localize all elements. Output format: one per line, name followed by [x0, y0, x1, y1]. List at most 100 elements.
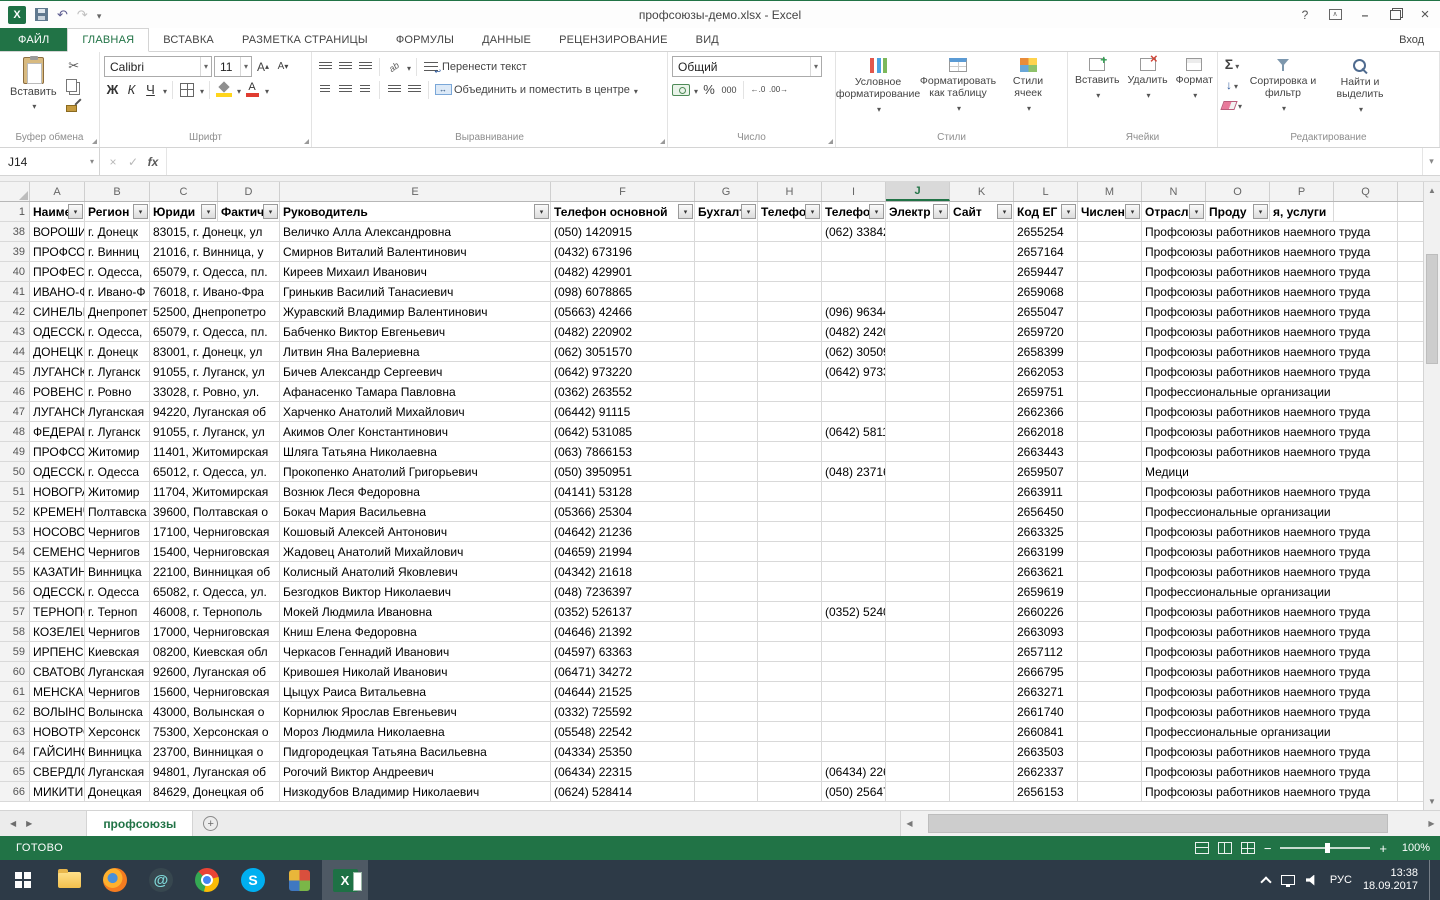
tray-expand-icon[interactable]: [1260, 875, 1272, 888]
orientation-dropdown-icon[interactable]: [405, 58, 411, 76]
cell-I43[interactable]: (0482) 242098: [822, 322, 886, 341]
fill-color-dropdown-icon[interactable]: [235, 81, 241, 99]
cell-J51[interactable]: [886, 482, 950, 501]
zoom-level[interactable]: 100%: [1396, 842, 1430, 854]
column-header-G[interactable]: G: [695, 182, 758, 201]
cell-N48[interactable]: Профсоюзы работников наемного труда: [1142, 422, 1398, 441]
borders-dropdown-icon[interactable]: [198, 81, 204, 99]
filter-button-D[interactable]: [263, 204, 278, 219]
cell-L61[interactable]: 2663271: [1014, 682, 1078, 701]
cell-A57[interactable]: ТЕРНОПО: [30, 602, 85, 621]
cell-I41[interactable]: [822, 282, 886, 301]
cell-A53[interactable]: НОСОВСК: [30, 522, 85, 541]
cell-H59[interactable]: [758, 642, 822, 661]
cell-M48[interactable]: [1078, 422, 1142, 441]
cell-M56[interactable]: [1078, 582, 1142, 601]
cell-F52[interactable]: (05366) 25304: [551, 502, 695, 521]
column-header-M[interactable]: M: [1078, 182, 1142, 201]
cell-C46[interactable]: 33028, г. Ровно, ул.: [150, 382, 280, 401]
cell-M52[interactable]: [1078, 502, 1142, 521]
row-header-39[interactable]: 39: [0, 242, 30, 261]
cell-C45[interactable]: 91055, г. Луганск, ул: [150, 362, 280, 381]
font-name-select[interactable]: Calibri ▾: [104, 56, 212, 77]
cell-E47[interactable]: Харченко Анатолий Михайлович: [280, 402, 551, 421]
cell-J38[interactable]: [886, 222, 950, 241]
cell-F39[interactable]: (0432) 673196: [551, 242, 695, 261]
cell-M39[interactable]: [1078, 242, 1142, 261]
cell-A38[interactable]: ВОРОШИ: [30, 222, 85, 241]
column-header-P[interactable]: P: [1270, 182, 1334, 201]
vertical-scroll-thumb[interactable]: [1426, 254, 1438, 364]
clipboard-dialog-launcher[interactable]: [92, 139, 97, 144]
wrap-text-button[interactable]: Перенести текст: [442, 61, 527, 73]
cell-A43[interactable]: ОДЕССКА: [30, 322, 85, 341]
cell-F63[interactable]: (05548) 22542: [551, 722, 695, 741]
row-header-41[interactable]: 41: [0, 282, 30, 301]
cell-C60[interactable]: 92600, Луганская об: [150, 662, 280, 681]
cell-B51[interactable]: Житомир: [85, 482, 150, 501]
header-cell-L[interactable]: Код ЕГ: [1014, 202, 1078, 221]
cell-I64[interactable]: [822, 742, 886, 761]
cell-H43[interactable]: [758, 322, 822, 341]
row-header-47[interactable]: 47: [0, 402, 30, 421]
format-as-table-button[interactable]: Форматировать как таблицу: [918, 55, 998, 115]
vertical-scroll-track[interactable]: [1424, 199, 1440, 793]
row-header-48[interactable]: 48: [0, 422, 30, 441]
filter-button-C[interactable]: [201, 204, 216, 219]
previous-sheet-icon[interactable]: [10, 819, 16, 828]
column-header-E[interactable]: E: [280, 182, 551, 201]
column-header-L[interactable]: L: [1014, 182, 1078, 201]
cell-H38[interactable]: [758, 222, 822, 241]
cell-C66[interactable]: 84629, Донецкая об: [150, 782, 280, 801]
row-header-54[interactable]: 54: [0, 542, 30, 561]
sign-in-link[interactable]: Вход: [1399, 28, 1440, 51]
cell-C56[interactable]: 65082, г. Одесса, ул.: [150, 582, 280, 601]
row-header-50[interactable]: 50: [0, 462, 30, 481]
cell-L50[interactable]: 2659507: [1014, 462, 1078, 481]
cell-G64[interactable]: [695, 742, 758, 761]
cell-H66[interactable]: [758, 782, 822, 801]
cell-M40[interactable]: [1078, 262, 1142, 281]
insert-function-icon[interactable]: [144, 155, 162, 169]
cell-C57[interactable]: 46008, г. Тернополь: [150, 602, 280, 621]
clock[interactable]: 13:38 18.09.2017: [1363, 867, 1418, 893]
ribbon-tab-page-layout[interactable]: РАЗМЕТКА СТРАНИЦЫ: [228, 28, 382, 51]
cell-K55[interactable]: [950, 562, 1014, 581]
vertical-scrollbar[interactable]: [1423, 182, 1440, 810]
cell-M45[interactable]: [1078, 362, 1142, 381]
cell-M41[interactable]: [1078, 282, 1142, 301]
cell-M50[interactable]: [1078, 462, 1142, 481]
cell-N45[interactable]: Профсоюзы работников наемного труда: [1142, 362, 1398, 381]
cell-H51[interactable]: [758, 482, 822, 501]
cell-L65[interactable]: 2662337: [1014, 762, 1078, 781]
cell-C47[interactable]: 94220, Луганская об: [150, 402, 280, 421]
filter-button-K[interactable]: [997, 204, 1012, 219]
ribbon-tab-review[interactable]: РЕЦЕНЗИРОВАНИЕ: [545, 28, 682, 51]
cell-K66[interactable]: [950, 782, 1014, 801]
paste-button[interactable]: Вставить: [4, 55, 63, 114]
cell-K39[interactable]: [950, 242, 1014, 261]
cell-K54[interactable]: [950, 542, 1014, 561]
cell-K60[interactable]: [950, 662, 1014, 681]
cell-C63[interactable]: 75300, Херсонская о: [150, 722, 280, 741]
increase-font-icon[interactable]: [254, 58, 272, 76]
cell-G55[interactable]: [695, 562, 758, 581]
cell-M42[interactable]: [1078, 302, 1142, 321]
cell-B48[interactable]: г. Луганск: [85, 422, 150, 441]
accounting-dropdown-icon[interactable]: [692, 81, 698, 99]
cell-M61[interactable]: [1078, 682, 1142, 701]
cell-H45[interactable]: [758, 362, 822, 381]
cell-A56[interactable]: ОДЕССКА: [30, 582, 85, 601]
cell-L53[interactable]: 2663325: [1014, 522, 1078, 541]
column-header-A[interactable]: A: [30, 182, 85, 201]
filter-button-O[interactable]: [1253, 204, 1268, 219]
cell-B55[interactable]: Винницка: [85, 562, 150, 581]
mail-agent-button[interactable]: [138, 860, 184, 900]
bold-button[interactable]: Ж: [104, 81, 121, 99]
header-cell-D[interactable]: Фактич: [218, 202, 280, 221]
scroll-down-icon[interactable]: [1424, 793, 1440, 810]
cell-K62[interactable]: [950, 702, 1014, 721]
cell-I63[interactable]: [822, 722, 886, 741]
cell-G38[interactable]: [695, 222, 758, 241]
cell-K41[interactable]: [950, 282, 1014, 301]
